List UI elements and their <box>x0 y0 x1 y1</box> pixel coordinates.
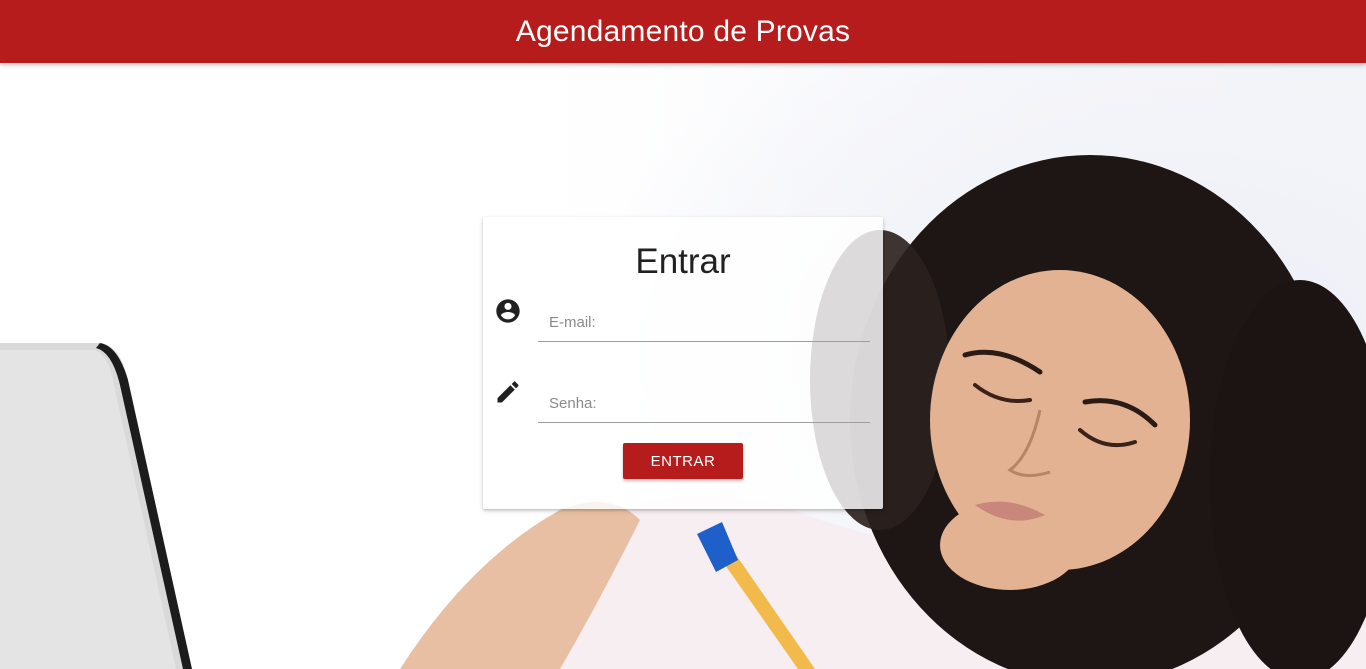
app-title: Agendamento de Provas <box>515 14 851 48</box>
account-circle-icon <box>494 297 522 325</box>
login-button[interactable]: ENTRAR <box>623 443 743 479</box>
password-field[interactable] <box>538 379 870 423</box>
login-page: Agendamento de Provas Entrar ENTRAR <box>0 0 1366 669</box>
login-card: Entrar ENTRAR <box>483 217 883 509</box>
email-field[interactable] <box>538 298 870 342</box>
pencil-icon <box>494 378 522 406</box>
app-header: Agendamento de Provas <box>0 0 1366 63</box>
login-title: Entrar <box>635 242 731 281</box>
